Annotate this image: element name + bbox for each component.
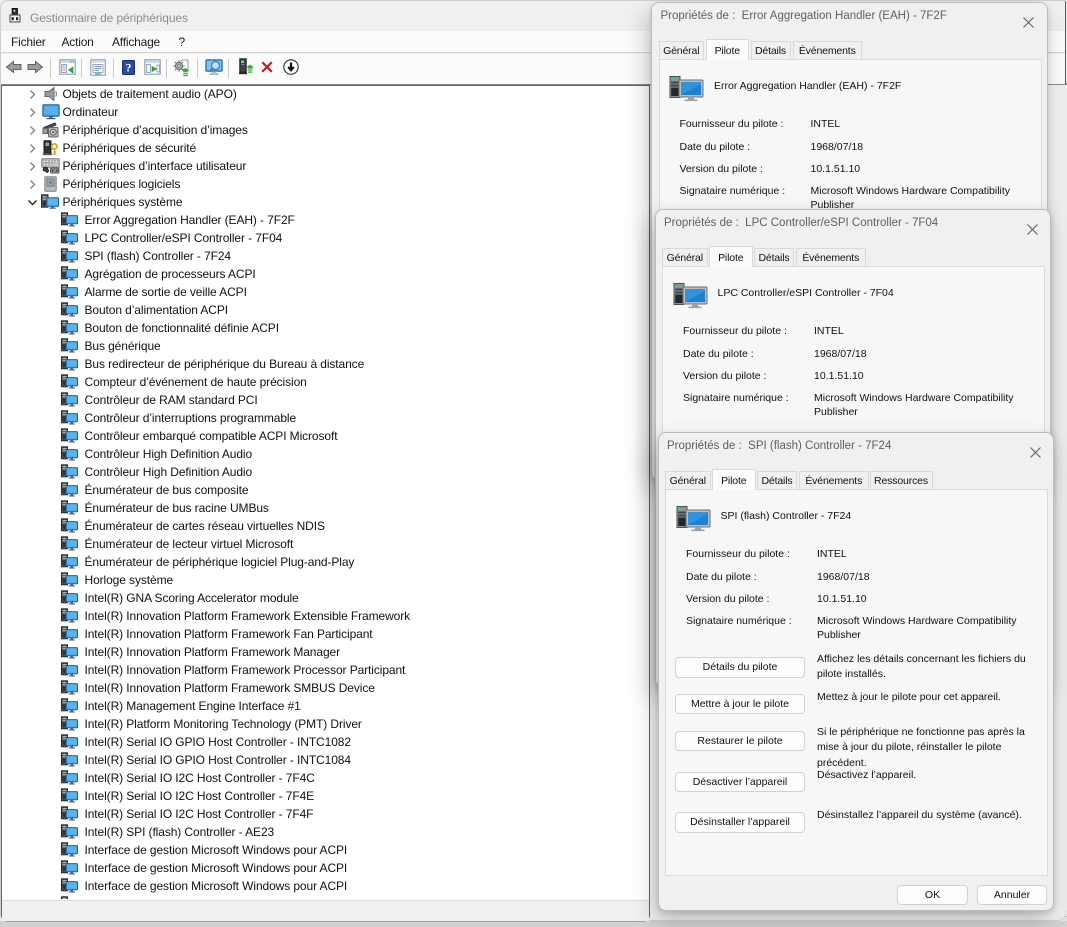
- svg-text:?: ?: [126, 61, 132, 75]
